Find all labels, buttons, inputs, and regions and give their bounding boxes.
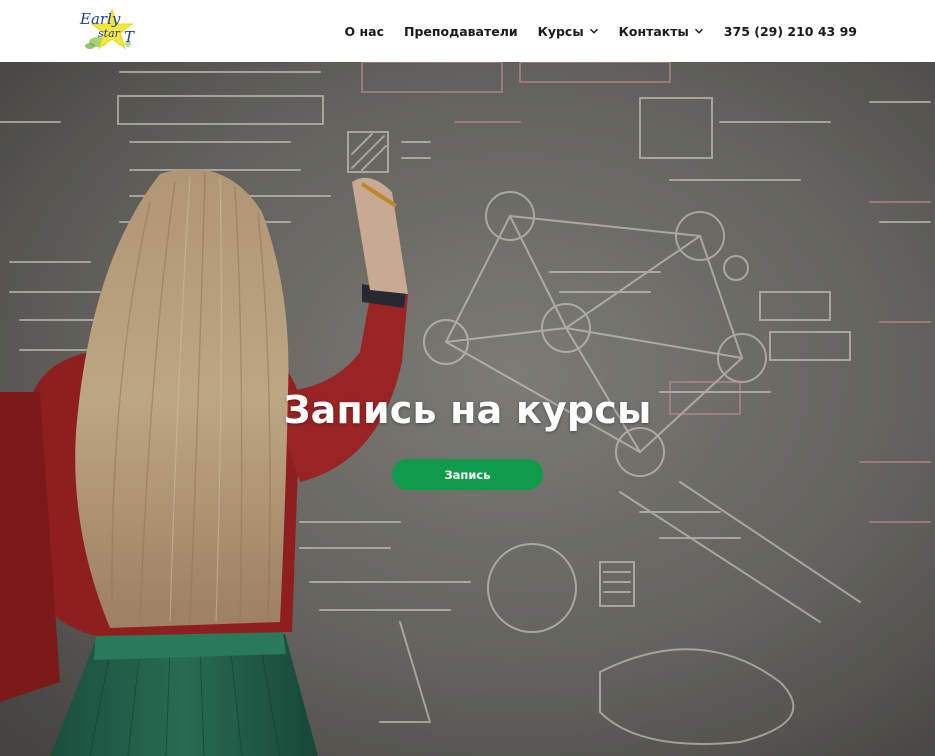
hero-section: Запись на курсы Запись — [0, 62, 935, 756]
nav-item-teachers-label: Преподаватели — [403, 23, 518, 39]
chevron-down-icon — [694, 26, 704, 36]
nav-phone-label: 375 (29) 210 43 99 — [723, 23, 857, 39]
hero-title: Запись на курсы — [283, 388, 652, 432]
nav-phone-link[interactable]: 375 (29) 210 43 99 — [724, 24, 857, 39]
main-nav: О нас Преподаватели Курсы Контакты 375 (… — [345, 0, 857, 62]
nav-item-about[interactable]: О нас — [345, 24, 384, 39]
site-logo[interactable]: Early star T — [78, 8, 140, 54]
nav-item-about-label: О нас — [344, 23, 384, 39]
chevron-down-icon — [589, 26, 599, 36]
logo-text-t: T — [124, 28, 135, 46]
nav-item-courses-label: Курсы — [537, 23, 584, 39]
nav-item-teachers[interactable]: Преподаватели — [404, 24, 518, 39]
site-header: Early star T О нас Преподаватели Курсы К… — [0, 0, 935, 62]
signup-button[interactable]: Запись — [392, 459, 543, 490]
logo-text-early: Early — [80, 10, 121, 28]
nav-item-contacts[interactable]: Контакты — [619, 24, 704, 39]
logo-text-star: star — [98, 27, 120, 40]
nav-item-courses[interactable]: Курсы — [538, 24, 599, 39]
nav-item-contacts-label: Контакты — [618, 23, 689, 39]
